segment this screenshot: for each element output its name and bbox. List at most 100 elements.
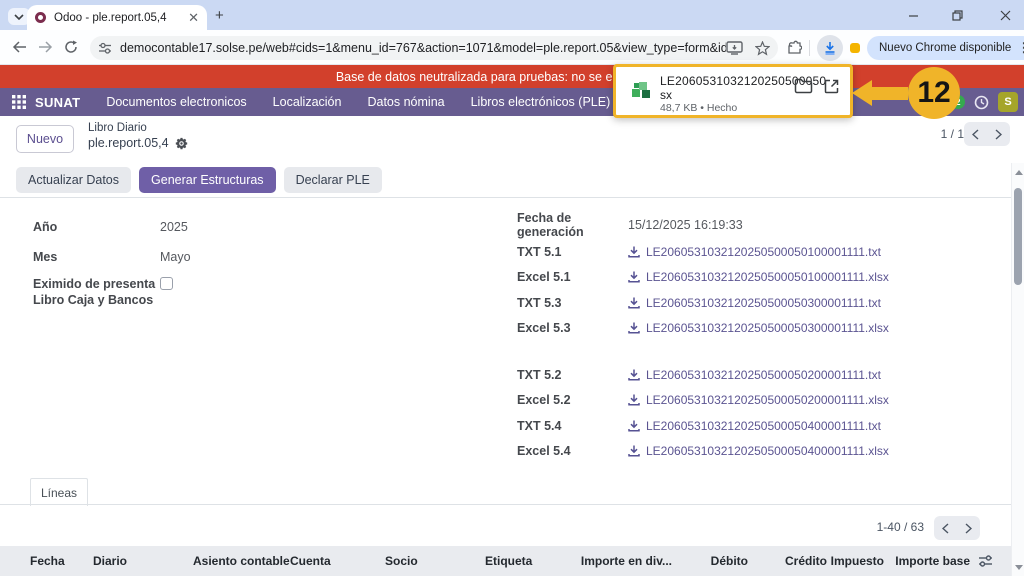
download-bubble[interactable]: LE2060531032120250500050 sx 48,7 KB • He… bbox=[613, 64, 853, 118]
download-file-icon bbox=[628, 322, 640, 334]
form-right-column: Fecha de generación 15/12/2025 16:19:33 bbox=[517, 210, 987, 239]
browser-tab[interactable]: Odoo - ple.report.05,4 ✕ bbox=[27, 5, 207, 30]
breadcrumb-current: ple.report.05,4 bbox=[88, 136, 169, 150]
file-download-link[interactable]: LE2060531032120250500050200001111.xlsx bbox=[628, 393, 889, 407]
new-tab-button[interactable]: + bbox=[215, 7, 224, 24]
chrome-update-button[interactable]: Nuevo Chrome disponible ⋮ bbox=[867, 35, 1024, 60]
sheet-divider bbox=[0, 197, 1024, 198]
generation-date-label: Fecha de generación bbox=[517, 210, 584, 239]
file-download-link[interactable]: LE2060531032120250500050100001111.xlsx bbox=[628, 270, 889, 284]
apps-grid-icon[interactable] bbox=[12, 95, 26, 109]
window-close-button[interactable] bbox=[990, 0, 1020, 30]
column-header-impuesto[interactable]: Impuesto bbox=[812, 546, 884, 576]
download-file-icon bbox=[628, 394, 640, 406]
file-row-excel-5-2: Excel 5.2 LE20605310321202505000502000011… bbox=[517, 388, 987, 414]
column-header-cuenta[interactable]: Cuenta bbox=[290, 546, 380, 576]
send-to-device-icon[interactable] bbox=[726, 41, 743, 55]
url-bar[interactable]: democontable17.solse.pe/web#cids=1&menu_… bbox=[90, 36, 778, 60]
breadcrumb-parent[interactable]: Libro Diario bbox=[88, 122, 147, 134]
tab-close-icon[interactable]: ✕ bbox=[188, 10, 199, 26]
file-download-link[interactable]: LE2060531032120250500050300001111.xlsx bbox=[628, 321, 889, 335]
lines-pager-previous-button[interactable] bbox=[934, 516, 957, 540]
column-header-importe-en-div[interactable]: Importe en div... bbox=[560, 546, 672, 576]
activities-clock-icon[interactable] bbox=[974, 95, 989, 110]
chevron-left-icon bbox=[942, 522, 949, 534]
download-file-icon bbox=[628, 297, 640, 309]
chip-kebab-icon: ⋮ bbox=[1017, 39, 1024, 55]
declarar-ple-button[interactable]: Declarar PLE bbox=[283, 167, 382, 193]
new-record-button[interactable]: Nuevo bbox=[16, 125, 74, 153]
window-minimize-button[interactable] bbox=[898, 0, 928, 30]
file-row-excel-5-4: Excel 5.4 LE20605310321202505000504000011… bbox=[517, 439, 987, 465]
lines-pager-next-button[interactable] bbox=[957, 516, 980, 540]
column-header-fecha[interactable]: Fecha bbox=[30, 546, 90, 576]
actualizar-datos-button[interactable]: Actualizar Datos bbox=[16, 167, 132, 193]
pager-next-button[interactable] bbox=[987, 122, 1010, 146]
action-buttons: Actualizar Datos Generar Estructuras Decla… bbox=[16, 167, 382, 193]
user-avatar[interactable]: S bbox=[998, 92, 1018, 112]
file-label: Excel 5.3 bbox=[517, 321, 571, 336]
downloads-button[interactable] bbox=[817, 34, 843, 61]
chevron-left-icon bbox=[972, 128, 979, 140]
file-label: TXT 5.4 bbox=[517, 418, 562, 433]
month-value[interactable]: Mayo bbox=[160, 250, 191, 264]
browser-titlebar: Odoo - ple.report.05,4 ✕ + bbox=[0, 0, 1024, 30]
tab-lineas[interactable]: Líneas bbox=[30, 478, 88, 506]
file-row-excel-5-3: Excel 5.3 LE20605310321202505000503000011… bbox=[517, 316, 987, 342]
table-header: Fecha Diario Asiento contable Cuenta Socio Et… bbox=[0, 546, 1011, 576]
column-header-socio[interactable]: Socio bbox=[385, 546, 480, 576]
url-text[interactable]: democontable17.solse.pe/web#cids=1&menu_… bbox=[120, 41, 726, 55]
scroll-down-arrow-icon[interactable] bbox=[1015, 565, 1023, 570]
pager-previous-button[interactable] bbox=[964, 122, 987, 146]
download-icon bbox=[825, 41, 835, 55]
nav-item-libros-electr-nicos-ple[interactable]: Libros electrónicos (PLE) bbox=[471, 95, 611, 109]
download-filename-wrap: sx bbox=[660, 88, 672, 102]
extension-dot-icon[interactable] bbox=[850, 42, 860, 53]
year-value[interactable]: 2025 bbox=[160, 220, 188, 234]
optional-columns-icon[interactable] bbox=[978, 554, 993, 568]
breadcrumb: ple.report.05,4 bbox=[88, 136, 188, 150]
file-name: LE2060531032120250500050100001111.txt bbox=[646, 244, 881, 259]
app-brand[interactable]: SUNAT bbox=[35, 95, 80, 110]
column-header-asiento-contable[interactable]: Asiento contable bbox=[193, 546, 290, 576]
file-download-link[interactable]: LE2060531032120250500050400001111.txt bbox=[628, 419, 881, 433]
vertical-scrollbar[interactable] bbox=[1011, 163, 1024, 576]
show-in-folder-icon[interactable] bbox=[794, 78, 813, 94]
window-restore-button[interactable] bbox=[942, 0, 972, 30]
bookmark-star-icon[interactable] bbox=[755, 40, 770, 56]
column-header-etiqueta[interactable]: Etiqueta bbox=[485, 546, 565, 576]
column-header-importe-base[interactable]: Importe base bbox=[890, 546, 970, 576]
nav-item-datos-n-mina[interactable]: Datos nómina bbox=[367, 95, 444, 109]
file-download-link[interactable]: LE2060531032120250500050400001111.xlsx bbox=[628, 444, 889, 458]
open-file-icon[interactable] bbox=[823, 78, 840, 95]
file-label: Excel 5.1 bbox=[517, 270, 571, 285]
lines-pager-label: 1-40 / 63 bbox=[876, 520, 924, 534]
back-button[interactable] bbox=[6, 34, 32, 60]
extensions-icon[interactable] bbox=[786, 40, 802, 56]
site-settings-icon bbox=[99, 42, 111, 54]
scroll-up-arrow-icon[interactable] bbox=[1015, 170, 1023, 175]
scrollbar-thumb[interactable] bbox=[1014, 188, 1022, 285]
chevron-down-icon bbox=[14, 13, 24, 20]
exempt-checkbox[interactable] bbox=[160, 277, 173, 290]
generar-estructuras-button[interactable]: Generar Estructuras bbox=[139, 167, 276, 193]
generation-date-value: 15/12/2025 16:19:33 bbox=[628, 217, 743, 232]
column-header-diario[interactable]: Diario bbox=[93, 546, 188, 576]
file-row-txt-5-3: TXT 5.3 LE2060531032120250500050300001111… bbox=[517, 290, 987, 316]
nav-item-documentos-electronicos[interactable]: Documentos electronicos bbox=[106, 95, 246, 109]
file-name: LE2060531032120250500050200001111.xlsx bbox=[646, 393, 889, 408]
nav-item-localizaci-n[interactable]: Localización bbox=[273, 95, 342, 109]
lines-pager bbox=[934, 516, 980, 540]
forward-button[interactable] bbox=[32, 34, 58, 60]
file-download-link[interactable]: LE2060531032120250500050200001111.txt bbox=[628, 368, 881, 382]
reload-button[interactable] bbox=[58, 34, 84, 60]
column-header-d-bito[interactable]: Débito bbox=[680, 546, 748, 576]
browser-window: Odoo - ple.report.05,4 ✕ + democontable1… bbox=[0, 0, 1024, 576]
odoo-favicon-icon bbox=[35, 12, 46, 23]
file-label: Excel 5.4 bbox=[517, 444, 571, 459]
chrome-update-label: Nuevo Chrome disponible bbox=[879, 41, 1012, 54]
file-name: LE2060531032120250500050100001111.xlsx bbox=[646, 270, 889, 285]
file-download-link[interactable]: LE2060531032120250500050300001111.txt bbox=[628, 296, 881, 310]
file-download-link[interactable]: LE2060531032120250500050100001111.txt bbox=[628, 245, 881, 259]
gear-icon[interactable] bbox=[175, 137, 188, 150]
